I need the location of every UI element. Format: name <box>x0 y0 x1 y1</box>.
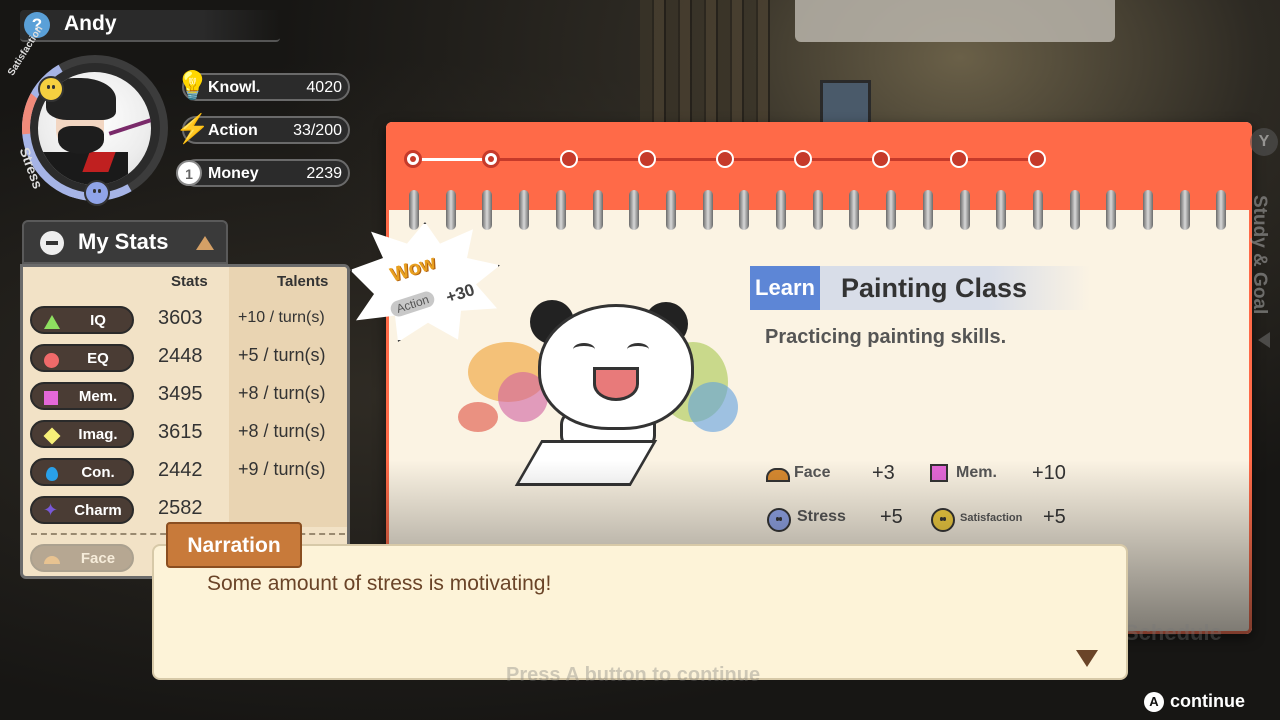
binder-ring <box>996 190 1007 230</box>
stat-row-imag[interactable]: Imag. 3615 +8 / turn(s) <box>28 418 347 450</box>
lightbulb-icon: 💡 <box>175 70 210 101</box>
activity-title: Painting Class <box>841 273 1028 303</box>
stat-row-mem[interactable]: Mem. 3495 +8 / turn(s) <box>28 380 347 412</box>
activity-description: Practicing painting skills. <box>765 326 1007 348</box>
narration-text: Some amount of stress is motivating! <box>207 572 552 595</box>
stat-row-con[interactable]: Con. 2442 +9 / turn(s) <box>28 456 347 488</box>
coin-icon: 1 <box>176 160 202 186</box>
progress-connector <box>413 158 491 161</box>
panda-character <box>538 304 694 430</box>
progress-step <box>560 150 578 168</box>
stat-row-iq[interactable]: IQ 3603 +10 / turn(s) <box>28 304 347 336</box>
progress-connector <box>569 158 647 161</box>
progress-connector <box>647 158 725 161</box>
wow-bonus-badge: Wow Action +30 <box>350 222 500 342</box>
lightning-icon: ⚡ <box>175 113 210 144</box>
progress-step <box>794 150 812 168</box>
binder-ring <box>1106 190 1117 230</box>
binder-ring <box>555 190 566 230</box>
y-button[interactable]: Y <box>1250 128 1278 156</box>
a-button-icon[interactable]: A <box>1144 692 1164 712</box>
caret-up-icon <box>196 236 214 250</box>
progress-connector <box>803 158 881 161</box>
chevron-left-icon[interactable] <box>1258 332 1270 348</box>
binder-ring <box>1143 190 1153 230</box>
progress-step <box>950 150 968 168</box>
circle-icon <box>44 353 59 368</box>
progress-connector <box>725 158 803 161</box>
stats-title: My Stats <box>78 229 169 254</box>
learn-tag: Learn <box>750 266 820 310</box>
binder-ring <box>592 190 603 230</box>
progress-step <box>1028 150 1046 168</box>
player-name: Andy <box>64 12 117 35</box>
diamond-icon <box>43 427 61 445</box>
binder-ring <box>665 190 676 230</box>
knowledge-counter: 💡 Knowl. 4020 <box>175 70 350 101</box>
study-goal-tab[interactable]: Study & Goal <box>1248 195 1270 314</box>
schedule-label: Schedule <box>1124 620 1222 645</box>
square-icon <box>44 391 58 405</box>
narration-tag: Narration <box>166 522 302 568</box>
progress-step <box>482 150 500 168</box>
progress-connector <box>959 158 1037 161</box>
press-button-hint: Press A button to continue <box>506 664 761 686</box>
binder-ring <box>629 190 640 230</box>
binder-ring <box>519 190 530 230</box>
binder-ring <box>1179 190 1190 230</box>
continue-label: continue <box>1170 691 1245 711</box>
progress-step <box>716 150 734 168</box>
progress-connector <box>881 158 959 161</box>
next-arrow-icon[interactable] <box>1076 650 1098 667</box>
progress-step <box>404 150 422 168</box>
face-icon <box>766 468 790 482</box>
satisfaction-icon <box>38 76 64 102</box>
binder-ring <box>702 190 713 230</box>
triangle-icon <box>44 315 60 329</box>
star-icon: ✦ <box>43 500 59 520</box>
face-icon <box>44 556 60 564</box>
stress-icon <box>767 508 791 532</box>
talents-column-header: Talents <box>277 273 329 290</box>
binder-ring <box>922 190 933 230</box>
progress-step <box>638 150 656 168</box>
my-stats-toggle[interactable]: My Stats <box>22 220 228 264</box>
water-drop-icon <box>46 467 58 481</box>
activity-header: Learn Painting Class <box>750 266 1090 310</box>
binder-ring <box>776 190 786 230</box>
stat-row-eq[interactable]: EQ 2448 +5 / turn(s) <box>28 342 347 374</box>
player-name-bar: ? Andy <box>20 10 280 42</box>
binder-ring <box>739 190 750 230</box>
satisfaction-icon <box>931 508 955 532</box>
stats-column-header: Stats <box>171 273 208 290</box>
action-counter: ⚡ Action 33/200 <box>175 113 350 144</box>
binder-ring <box>1069 190 1080 230</box>
collapse-icon[interactable] <box>40 231 64 255</box>
stress-icon <box>84 180 110 206</box>
air-conditioner <box>795 0 1115 42</box>
binder-ring <box>959 190 970 230</box>
binder-ring <box>1032 190 1043 230</box>
drawing-tablet <box>514 440 658 486</box>
binder-ring <box>1216 190 1227 230</box>
bookshelf <box>640 0 770 122</box>
binder-ring <box>812 190 823 230</box>
money-counter: 1 Money 2239 <box>176 159 350 187</box>
binder-ring <box>849 190 860 230</box>
binder-ring <box>886 190 897 230</box>
progress-connector <box>491 158 569 161</box>
memory-icon <box>930 464 948 482</box>
progress-step <box>872 150 890 168</box>
